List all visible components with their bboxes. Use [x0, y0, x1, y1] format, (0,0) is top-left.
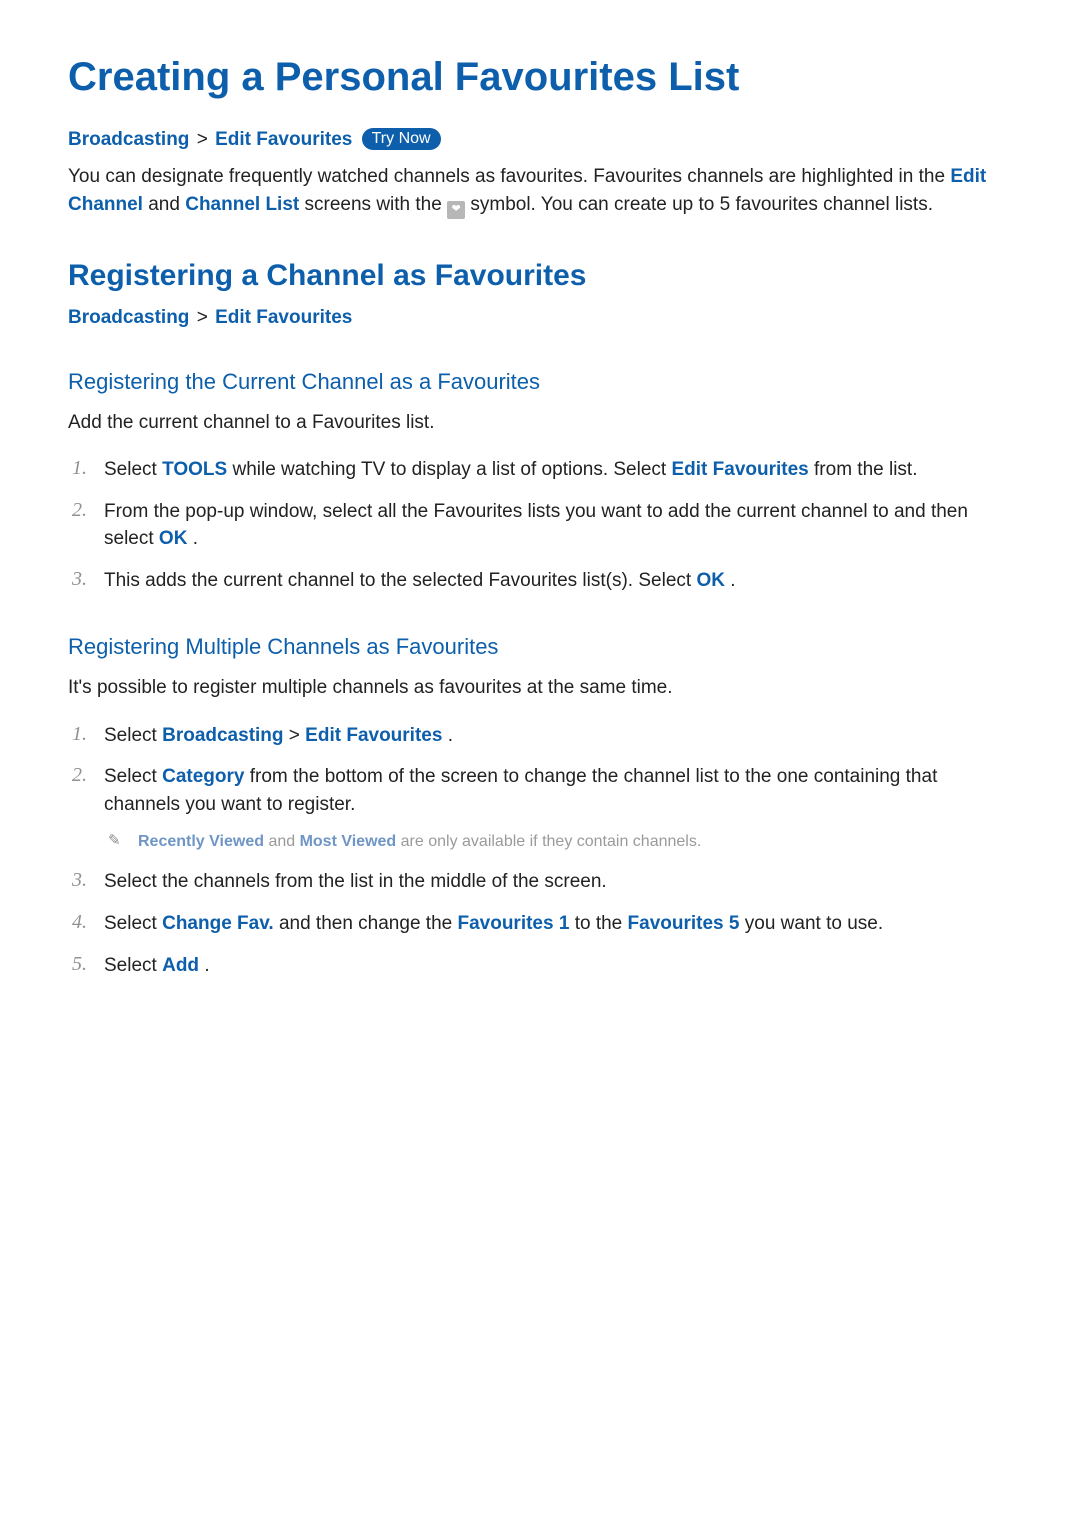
document-page: Creating a Personal Favourites List Broa… — [0, 0, 1080, 1527]
ui-term-channel-list: Channel List — [185, 194, 299, 215]
note-icon: ✎ — [108, 830, 121, 853]
text: . — [730, 570, 735, 591]
text: screens with the — [305, 194, 448, 215]
breadcrumb-item: Edit Favourites — [215, 307, 352, 328]
step-item: Select Change Fav. and then change the F… — [68, 910, 1012, 938]
ui-term-broadcasting: Broadcasting — [162, 725, 283, 746]
try-now-badge[interactable]: Try Now — [362, 128, 441, 150]
section-heading: Registering a Channel as Favourites — [68, 259, 1012, 293]
text: Select — [104, 955, 162, 976]
breadcrumb-item: Broadcasting — [68, 129, 189, 150]
text: . — [204, 955, 209, 976]
subsection-heading: Registering Multiple Channels as Favouri… — [68, 634, 1012, 660]
heart-icon: ❤ — [447, 201, 465, 219]
text: are only available if they contain chann… — [401, 833, 702, 850]
text: from the list. — [814, 459, 917, 480]
text: . — [448, 725, 453, 746]
ui-term-category: Category — [162, 766, 244, 787]
text: to the — [575, 913, 628, 934]
step-item: Select Add . — [68, 952, 1012, 980]
ui-term-add: Add — [162, 955, 199, 976]
breadcrumb-item: Broadcasting — [68, 307, 189, 328]
ui-term-ok: OK — [696, 570, 725, 591]
breadcrumb: Broadcasting > Edit Favourites — [68, 307, 1012, 329]
step-item: Select Category from the bottom of the s… — [68, 763, 1012, 854]
ui-term-favourites-5: Favourites 5 — [628, 913, 740, 934]
text: Select — [104, 913, 162, 934]
text: you want to use. — [745, 913, 883, 934]
text: > — [289, 725, 305, 746]
text: This adds the current channel to the sel… — [104, 570, 696, 591]
step-item: This adds the current channel to the sel… — [68, 567, 1012, 595]
intro-paragraph: You can designate frequently watched cha… — [68, 163, 1012, 219]
text: Select — [104, 766, 162, 787]
steps-list: Select TOOLS while watching TV to displa… — [68, 456, 1012, 594]
steps-list: Select Broadcasting > Edit Favourites . … — [68, 722, 1012, 979]
ui-term-change-fav: Change Fav. — [162, 913, 274, 934]
subsection-heading: Registering the Current Channel as a Fav… — [68, 369, 1012, 395]
ui-term-favourites-1: Favourites 1 — [457, 913, 569, 934]
ui-term-ok: OK — [159, 528, 188, 549]
step-item: Select the channels from the list in the… — [68, 868, 1012, 896]
text: and — [148, 194, 185, 215]
lead-paragraph: It's possible to register multiple chann… — [68, 674, 1012, 702]
ui-term-tools: TOOLS — [162, 459, 227, 480]
breadcrumb-item: Edit Favourites — [215, 129, 352, 150]
ui-term-edit-favourites: Edit Favourites — [671, 459, 808, 480]
step-item: From the pop-up window, select all the F… — [68, 498, 1012, 553]
lead-paragraph: Add the current channel to a Favourites … — [68, 409, 1012, 437]
text: and — [268, 833, 299, 850]
text: symbol. You can create up to 5 favourite… — [470, 194, 933, 215]
step-item: Select TOOLS while watching TV to displa… — [68, 456, 1012, 484]
ui-term-edit-favourites: Edit Favourites — [305, 725, 442, 746]
breadcrumb-separator: > — [195, 129, 210, 150]
text: Select — [104, 459, 162, 480]
page-title: Creating a Personal Favourites List — [68, 55, 1012, 100]
text: and then change the — [279, 913, 458, 934]
ui-term-recently-viewed: Recently Viewed — [138, 833, 264, 850]
text: . — [193, 528, 198, 549]
text: while watching TV to display a list of o… — [232, 459, 671, 480]
breadcrumb: Broadcasting > Edit Favourites Try Now — [68, 128, 1012, 151]
text: Select — [104, 725, 162, 746]
text: From the pop-up window, select all the F… — [104, 501, 968, 550]
ui-term-most-viewed: Most Viewed — [300, 833, 397, 850]
breadcrumb-separator: > — [195, 307, 210, 328]
note: ✎ Recently Viewed and Most Viewed are on… — [104, 830, 1012, 854]
text: You can designate frequently watched cha… — [68, 166, 950, 187]
step-item: Select Broadcasting > Edit Favourites . — [68, 722, 1012, 750]
